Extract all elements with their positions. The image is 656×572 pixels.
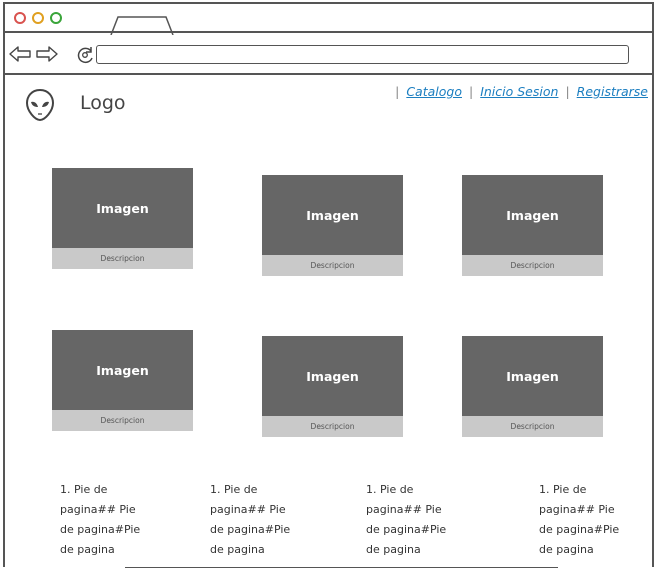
card-image: Imagen xyxy=(52,330,193,410)
forward-arrow-icon[interactable] xyxy=(36,46,58,62)
footer-line: 1. Pie de xyxy=(60,483,108,496)
footer-line: pagina## Pie xyxy=(60,503,136,516)
url-input[interactable] xyxy=(96,45,629,64)
maximize-window-button[interactable] xyxy=(50,12,62,24)
card-description: Descripcion xyxy=(52,410,193,431)
footer-line: 1. Pie de xyxy=(210,483,258,496)
nav-separator: | xyxy=(395,84,400,99)
nav-separator: | xyxy=(565,84,570,99)
card-image: Imagen xyxy=(462,336,603,416)
card-description: Descripcion xyxy=(262,255,403,276)
address-bar-row xyxy=(3,33,654,75)
footer-column: 1. Pie de pagina## Pie de pagina#Pie de … xyxy=(210,480,320,560)
product-card[interactable]: Imagen Descripcion xyxy=(262,336,403,437)
card-description: Descripcion xyxy=(462,416,603,437)
card-image: Imagen xyxy=(262,336,403,416)
footer-column: 1. Pie de pagina## Pie de pagina#Pie de … xyxy=(366,480,476,560)
top-navigation: | Catalogo | Inicio Sesion | Registrarse xyxy=(388,84,648,99)
footer-line: pagina## Pie xyxy=(539,503,615,516)
nav-link-inicio-sesion[interactable]: Inicio Sesion xyxy=(480,84,558,99)
card-description: Descripcion xyxy=(52,248,193,269)
reload-icon[interactable] xyxy=(76,45,96,65)
close-window-button[interactable] xyxy=(14,12,26,24)
minimize-window-button[interactable] xyxy=(32,12,44,24)
product-card[interactable]: Imagen Descripcion xyxy=(262,175,403,276)
card-image: Imagen xyxy=(262,175,403,255)
title-bar xyxy=(3,2,654,35)
back-arrow-icon[interactable] xyxy=(9,46,31,62)
card-description: Descripcion xyxy=(262,416,403,437)
nav-link-registrarse[interactable]: Registrarse xyxy=(577,84,648,99)
alien-logo-icon xyxy=(25,88,55,122)
footer-line: de pagina#Pie xyxy=(60,523,141,536)
product-card[interactable]: Imagen Descripcion xyxy=(52,330,193,431)
footer-line: de pagina#Pie xyxy=(210,523,291,536)
footer-line: pagina## Pie xyxy=(210,503,286,516)
nav-link-catalogo[interactable]: Catalogo xyxy=(406,84,462,99)
footer-line: 1. Pie de xyxy=(539,483,587,496)
logo-text: Logo xyxy=(80,92,126,114)
footer-line: de pagina xyxy=(366,543,421,556)
product-card[interactable]: Imagen Descripcion xyxy=(462,336,603,437)
footer-line: de pagina xyxy=(210,543,265,556)
card-description: Descripcion xyxy=(462,255,603,276)
nav-separator: | xyxy=(468,84,474,99)
product-card[interactable]: Imagen Descripcion xyxy=(52,168,193,269)
footer-line: de pagina xyxy=(539,543,594,556)
footer-line: pagina## Pie xyxy=(366,503,442,516)
card-image: Imagen xyxy=(462,175,603,255)
footer-column: 1. Pie de pagina## Pie de pagina#Pie de … xyxy=(60,480,170,560)
footer-line: de pagina xyxy=(60,543,115,556)
product-card[interactable]: Imagen Descripcion xyxy=(462,175,603,276)
footer-line: de pagina#Pie xyxy=(366,523,447,536)
card-image: Imagen xyxy=(52,168,193,248)
footer-column: 1. Pie de pagina## Pie de pagina#Pie de … xyxy=(539,480,649,560)
footer-line: de pagina#Pie xyxy=(539,523,620,536)
footer-line: 1. Pie de xyxy=(366,483,414,496)
horizontal-scrollbar[interactable] xyxy=(125,567,558,568)
